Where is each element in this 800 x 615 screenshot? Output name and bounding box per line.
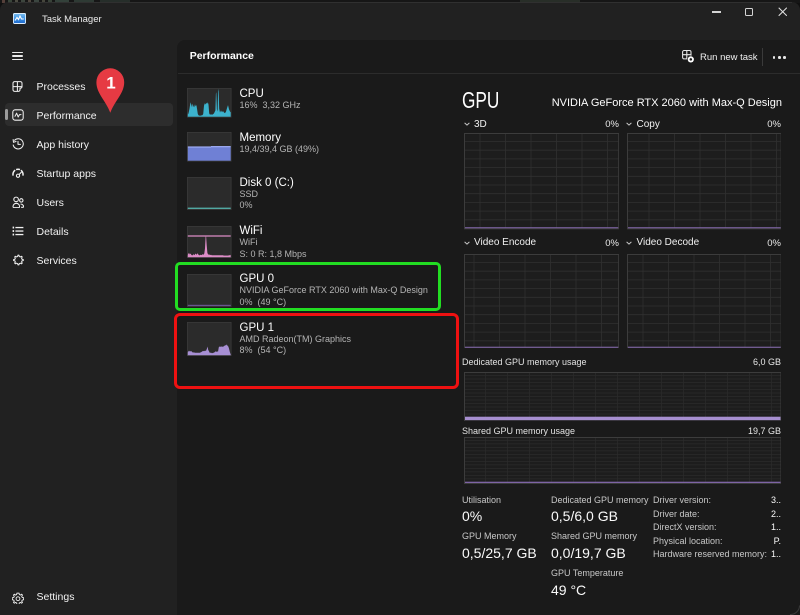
svg-text:1: 1	[106, 73, 115, 92]
